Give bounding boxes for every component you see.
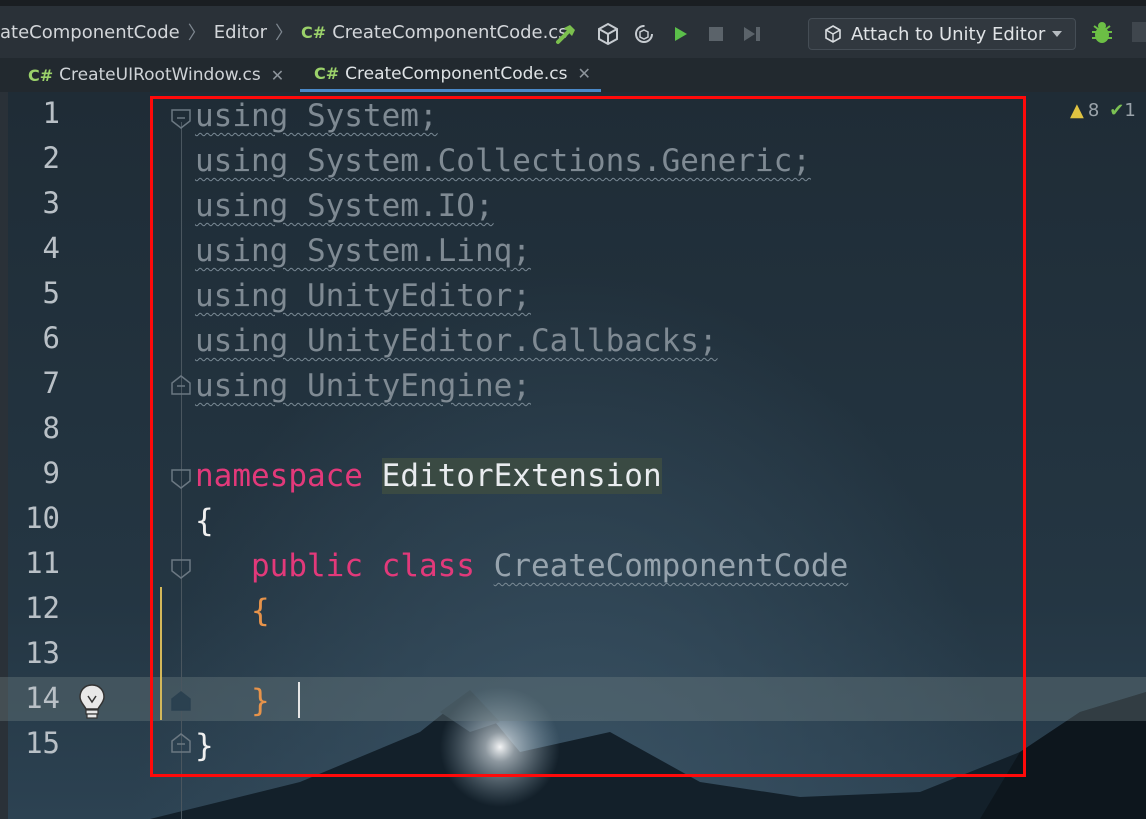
line-number: 2 (42, 141, 60, 175)
lightbulb-icon[interactable] (76, 682, 108, 726)
close-icon[interactable]: ✕ (271, 66, 284, 85)
csharp-file-icon: C# (28, 65, 54, 85)
editor-tabs: C# CreateUIRootWindow.cs ✕ C# CreateComp… (0, 58, 1146, 93)
attach-label: Attach to Unity Editor (851, 23, 1046, 45)
stop-icon[interactable] (698, 16, 734, 52)
csharp-file-icon: C# (314, 64, 340, 83)
highlight-box (150, 96, 1026, 777)
line-number: 11 (25, 546, 60, 580)
tab-createuirootwindow[interactable]: C# CreateUIRootWindow.cs ✕ (0, 58, 300, 92)
line-number: 9 (42, 456, 60, 490)
line-number: 12 (25, 591, 60, 625)
debug-bug-icon[interactable] (1090, 20, 1114, 50)
line-number: 7 (42, 366, 60, 400)
line-number: 4 (42, 231, 60, 265)
tab-createcomponentcode[interactable]: C# CreateComponentCode.cs ✕ (300, 58, 601, 92)
unity-icon (825, 25, 841, 43)
tab-label: CreateComponentCode.cs (345, 63, 568, 84)
chevron-right-icon: 〉 (275, 23, 294, 44)
line-number: 5 (42, 276, 60, 310)
attach-to-unity-dropdown[interactable]: Attach to Unity Editor (808, 18, 1076, 50)
chevron-down-icon (1052, 31, 1062, 37)
breadcrumb-project[interactable]: ateComponentCode (0, 22, 180, 43)
breadcrumb: ateComponentCode 〉 Editor 〉 C# CreateCom… (0, 12, 568, 52)
step-next-icon[interactable] (734, 16, 770, 52)
close-icon[interactable]: ✕ (577, 64, 590, 83)
chevron-right-icon: 〉 (187, 23, 206, 44)
run-play-icon[interactable] (662, 16, 698, 52)
line-number: 3 (42, 186, 60, 220)
check-icon: ✔ (1109, 100, 1125, 121)
line-number: 15 (25, 726, 60, 760)
run-toolbar (548, 14, 770, 54)
more-icon[interactable] (1132, 20, 1146, 48)
code-editor[interactable]: 1 2 3 4 5 6 7 8 9 10 11 12 13 14 15 usin… (0, 92, 1146, 819)
line-number: 10 (25, 501, 60, 535)
line-number: 14 (25, 681, 60, 715)
line-number: 8 (42, 411, 60, 445)
line-number: 6 (42, 321, 60, 355)
build-hammer-icon[interactable] (548, 16, 584, 52)
warning-icon: ▲ (1070, 100, 1084, 121)
unity-refresh-icon[interactable] (626, 16, 662, 52)
main-toolbar: ateComponentCode 〉 Editor 〉 C# CreateCom… (0, 0, 1146, 58)
unity-icon[interactable] (590, 16, 626, 52)
line-number: 1 (42, 96, 60, 130)
tab-label: CreateUIRootWindow.cs (59, 65, 261, 85)
warning-count: 8 (1087, 100, 1100, 121)
line-number: 13 (25, 636, 60, 670)
ok-count: 1 (1124, 100, 1136, 121)
breadcrumb-file[interactable]: CreateComponentCode.cs (332, 22, 567, 43)
csharp-file-icon: C# (301, 22, 327, 42)
breadcrumb-folder[interactable]: Editor (214, 22, 267, 43)
inspection-widget[interactable]: ▲ 8 ✔ 1 (1070, 100, 1136, 121)
